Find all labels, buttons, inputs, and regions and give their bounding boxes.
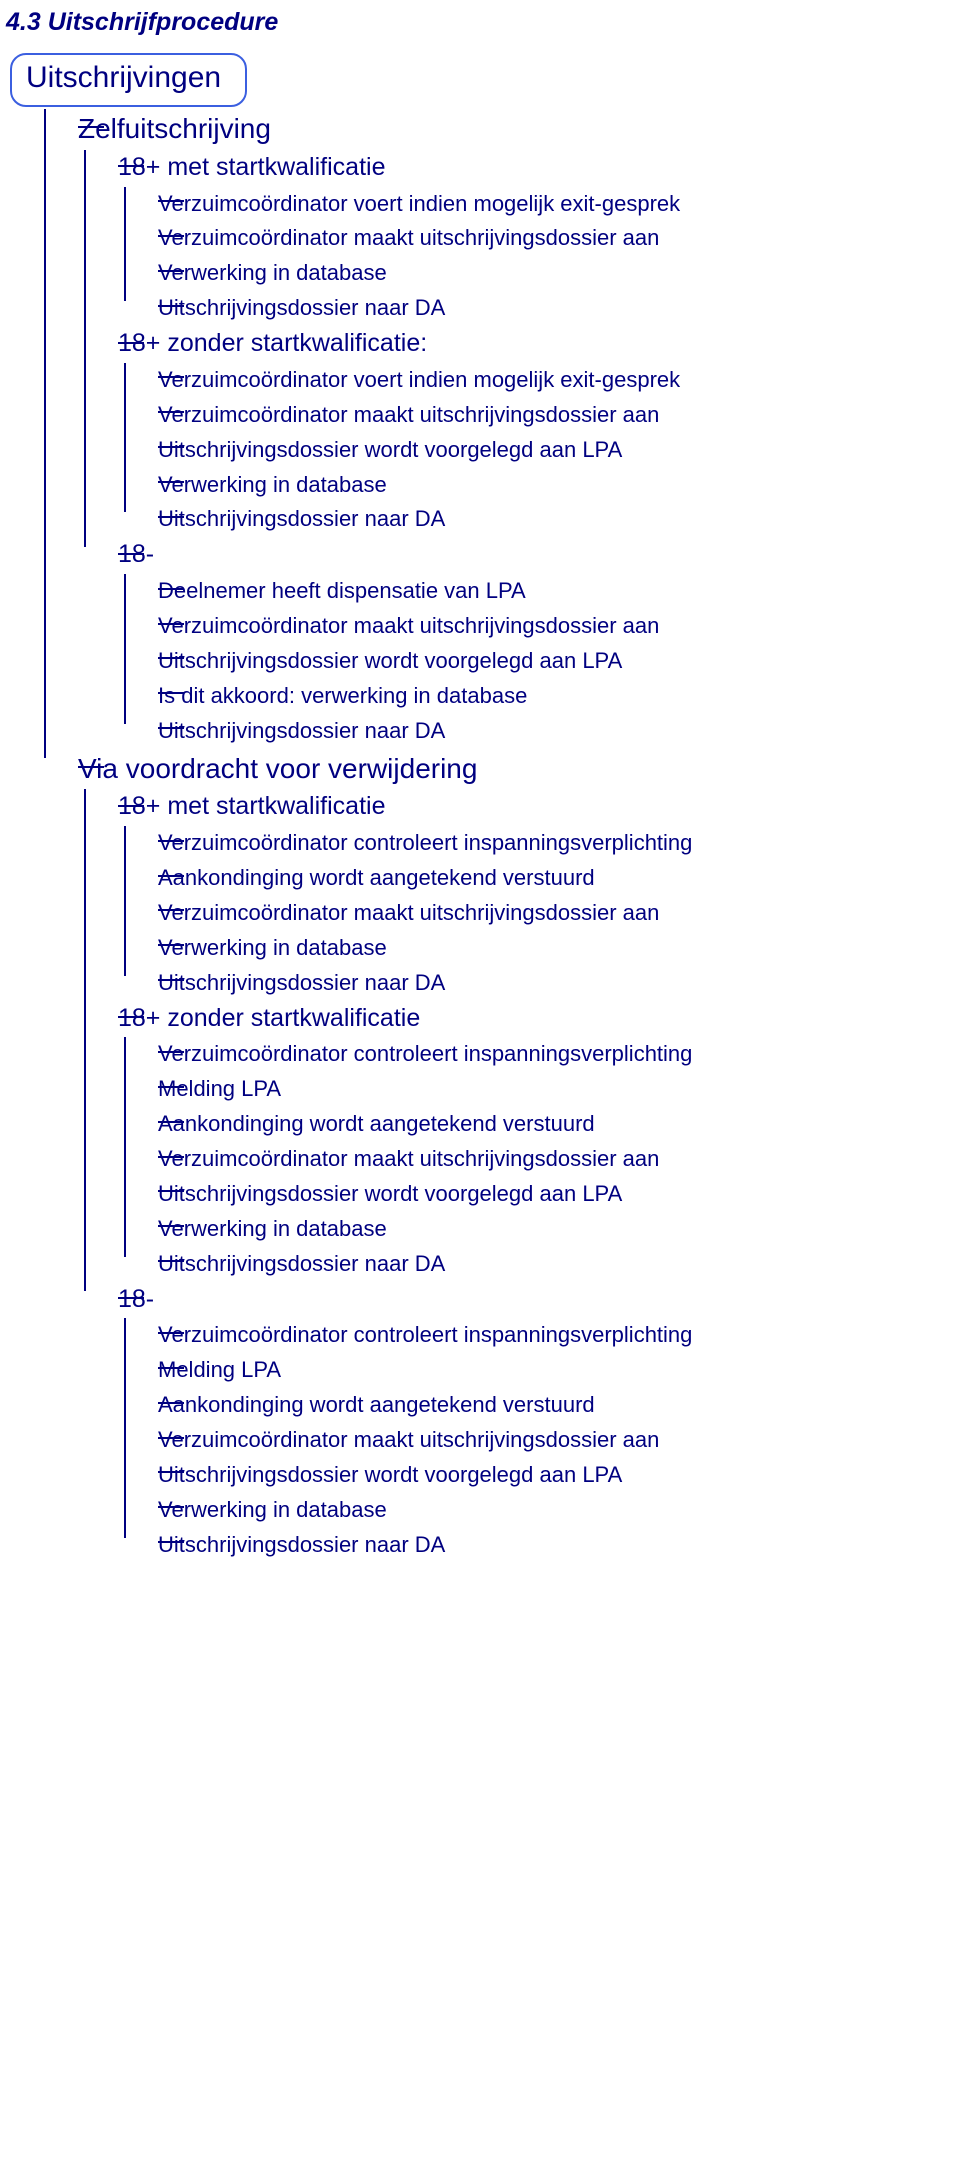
tree-node-label: Verzuimcoördinator voert indien mogelijk… xyxy=(158,363,680,398)
section-heading: 4.3 Uitschrijfprocedure xyxy=(6,8,954,37)
tree-node: Verzuimcoördinator controleert inspannin… xyxy=(124,1318,954,1353)
tree-node: 18+ zonder startkwalificatie:Verzuimcoör… xyxy=(84,326,954,537)
tree-node: Uitschrijvingsdossier wordt voorgelegd a… xyxy=(124,644,954,679)
tree-node: Verzuimcoördinator controleert inspannin… xyxy=(124,1037,954,1072)
tree-node: 18+ met startkwalificatieVerzuimcoördina… xyxy=(84,789,954,1000)
root-node-label: Uitschrijvingen xyxy=(26,61,221,94)
tree-node-label: Verzuimcoördinator maakt uitschrijvingsd… xyxy=(158,221,659,256)
tree-node: Uitschrijvingsdossier wordt voorgelegd a… xyxy=(124,1177,954,1212)
tree-node-label: 18+ zonder startkwalificatie xyxy=(118,1001,420,1038)
tree-node-label: Deelnemer heeft dispensatie van LPA xyxy=(158,574,526,609)
tree-node-label: Verzuimcoördinator maakt uitschrijvingsd… xyxy=(158,1423,659,1458)
tree-node-label: Is dit akkoord: verwerking in database xyxy=(158,679,527,714)
tree-node-label: 18- xyxy=(118,1282,154,1319)
tree-node: Via voordracht voor verwijdering18+ met … xyxy=(44,749,954,1563)
tree-node: Uitschrijvingsdossier naar DA xyxy=(124,966,954,1001)
tree-node-label: Verzuimcoördinator controleert inspannin… xyxy=(158,1318,692,1353)
tree-node-label: Melding LPA xyxy=(158,1072,281,1107)
tree-node-label: Uitschrijvingsdossier wordt voorgelegd a… xyxy=(158,644,622,679)
tree-node: Uitschrijvingsdossier naar DA xyxy=(124,291,954,326)
tree-node: Uitschrijvingsdossier wordt voorgelegd a… xyxy=(124,1458,954,1493)
tree-node-label: Uitschrijvingsdossier naar DA xyxy=(158,1247,445,1282)
tree-node-label: Verzuimcoördinator controleert inspannin… xyxy=(158,826,692,861)
tree-node: Melding LPA xyxy=(124,1072,954,1107)
tree-node-label: 18+ met startkwalificatie xyxy=(118,789,385,826)
tree-node-label: Uitschrijvingsdossier naar DA xyxy=(158,291,445,326)
tree-node: Zelfuitschrijving18+ met startkwalificat… xyxy=(44,109,954,749)
tree-node: Verzuimcoördinator controleert inspannin… xyxy=(124,826,954,861)
tree-node: Deelnemer heeft dispensatie van LPA xyxy=(124,574,954,609)
tree-node: Is dit akkoord: verwerking in database xyxy=(124,679,954,714)
tree-node-label: 18+ met startkwalificatie xyxy=(118,150,385,187)
tree-node-label: Verzuimcoördinator voert indien mogelijk… xyxy=(158,187,680,222)
tree-node-label: Verwerking in database xyxy=(158,256,387,291)
tree-node-label: 18+ zonder startkwalificatie: xyxy=(118,326,427,363)
tree-node-label: Verzuimcoördinator maakt uitschrijvingsd… xyxy=(158,896,659,931)
tree-node-label: Uitschrijvingsdossier naar DA xyxy=(158,1528,445,1563)
tree-node: Verzuimcoördinator maakt uitschrijvingsd… xyxy=(124,398,954,433)
tree-node-label: Verwerking in database xyxy=(158,931,387,966)
tree-node: Verwerking in database xyxy=(124,1212,954,1247)
tree-node: Verzuimcoördinator maakt uitschrijvingsd… xyxy=(124,1142,954,1177)
tree-node: Uitschrijvingsdossier wordt voorgelegd a… xyxy=(124,433,954,468)
tree-node: Uitschrijvingsdossier naar DA xyxy=(124,1528,954,1563)
tree-node: Verzuimcoördinator voert indien mogelijk… xyxy=(124,363,954,398)
tree-node-label: Verzuimcoördinator controleert inspannin… xyxy=(158,1037,692,1072)
tree-node-label: Verzuimcoördinator maakt uitschrijvingsd… xyxy=(158,609,659,644)
tree-node: Verwerking in database xyxy=(124,1493,954,1528)
tree-node: 18+ zonder startkwalificatieVerzuimcoörd… xyxy=(84,1001,954,1282)
tree-node-label: Melding LPA xyxy=(158,1353,281,1388)
tree-node: Uitschrijvingsdossier naar DA xyxy=(124,502,954,537)
tree-node: 18-Verzuimcoördinator controleert inspan… xyxy=(84,1282,954,1563)
tree-node-label: Uitschrijvingsdossier wordt voorgelegd a… xyxy=(158,1177,622,1212)
tree-node: Verzuimcoördinator voert indien mogelijk… xyxy=(124,187,954,222)
tree-node-label: Aankondinging wordt aangetekend verstuur… xyxy=(158,1388,595,1423)
tree: Zelfuitschrijving18+ met startkwalificat… xyxy=(44,109,954,1562)
tree-node: Aankondinging wordt aangetekend verstuur… xyxy=(124,1388,954,1423)
tree-node: Aankondinging wordt aangetekend verstuur… xyxy=(124,1107,954,1142)
tree-node-label: Verwerking in database xyxy=(158,1493,387,1528)
tree-node-label: 18- xyxy=(118,537,154,574)
tree-node: Verwerking in database xyxy=(124,256,954,291)
tree-node: Uitschrijvingsdossier naar DA xyxy=(124,714,954,749)
tree-node: Verwerking in database xyxy=(124,931,954,966)
tree-node: Verzuimcoördinator maakt uitschrijvingsd… xyxy=(124,1423,954,1458)
tree-node: Verzuimcoördinator maakt uitschrijvingsd… xyxy=(124,609,954,644)
tree-node-label: Via voordracht voor verwijdering xyxy=(78,749,477,790)
tree-node-label: Verzuimcoördinator maakt uitschrijvingsd… xyxy=(158,1142,659,1177)
tree-node-label: Verwerking in database xyxy=(158,468,387,503)
tree-node: Verzuimcoördinator maakt uitschrijvingsd… xyxy=(124,896,954,931)
tree-node-label: Aankondinging wordt aangetekend verstuur… xyxy=(158,1107,595,1142)
tree-node-label: Uitschrijvingsdossier naar DA xyxy=(158,714,445,749)
tree-node: Aankondinging wordt aangetekend verstuur… xyxy=(124,861,954,896)
tree-node: Melding LPA xyxy=(124,1353,954,1388)
tree-node: 18-Deelnemer heeft dispensatie van LPAVe… xyxy=(84,537,954,748)
tree-node: 18+ met startkwalificatieVerzuimcoördina… xyxy=(84,150,954,326)
tree-node-label: Verzuimcoördinator maakt uitschrijvingsd… xyxy=(158,398,659,433)
root-node: Uitschrijvingen xyxy=(10,53,247,107)
tree-node-label: Uitschrijvingsdossier naar DA xyxy=(158,502,445,537)
tree-node: Uitschrijvingsdossier naar DA xyxy=(124,1247,954,1282)
tree-node-label: Uitschrijvingsdossier naar DA xyxy=(158,966,445,1001)
tree-node-label: Zelfuitschrijving xyxy=(78,109,271,150)
tree-node-label: Aankondinging wordt aangetekend verstuur… xyxy=(158,861,595,896)
tree-node: Verwerking in database xyxy=(124,468,954,503)
tree-node-label: Uitschrijvingsdossier wordt voorgelegd a… xyxy=(158,1458,622,1493)
tree-node-label: Verwerking in database xyxy=(158,1212,387,1247)
tree-node: Verzuimcoördinator maakt uitschrijvingsd… xyxy=(124,221,954,256)
tree-node-label: Uitschrijvingsdossier wordt voorgelegd a… xyxy=(158,433,622,468)
